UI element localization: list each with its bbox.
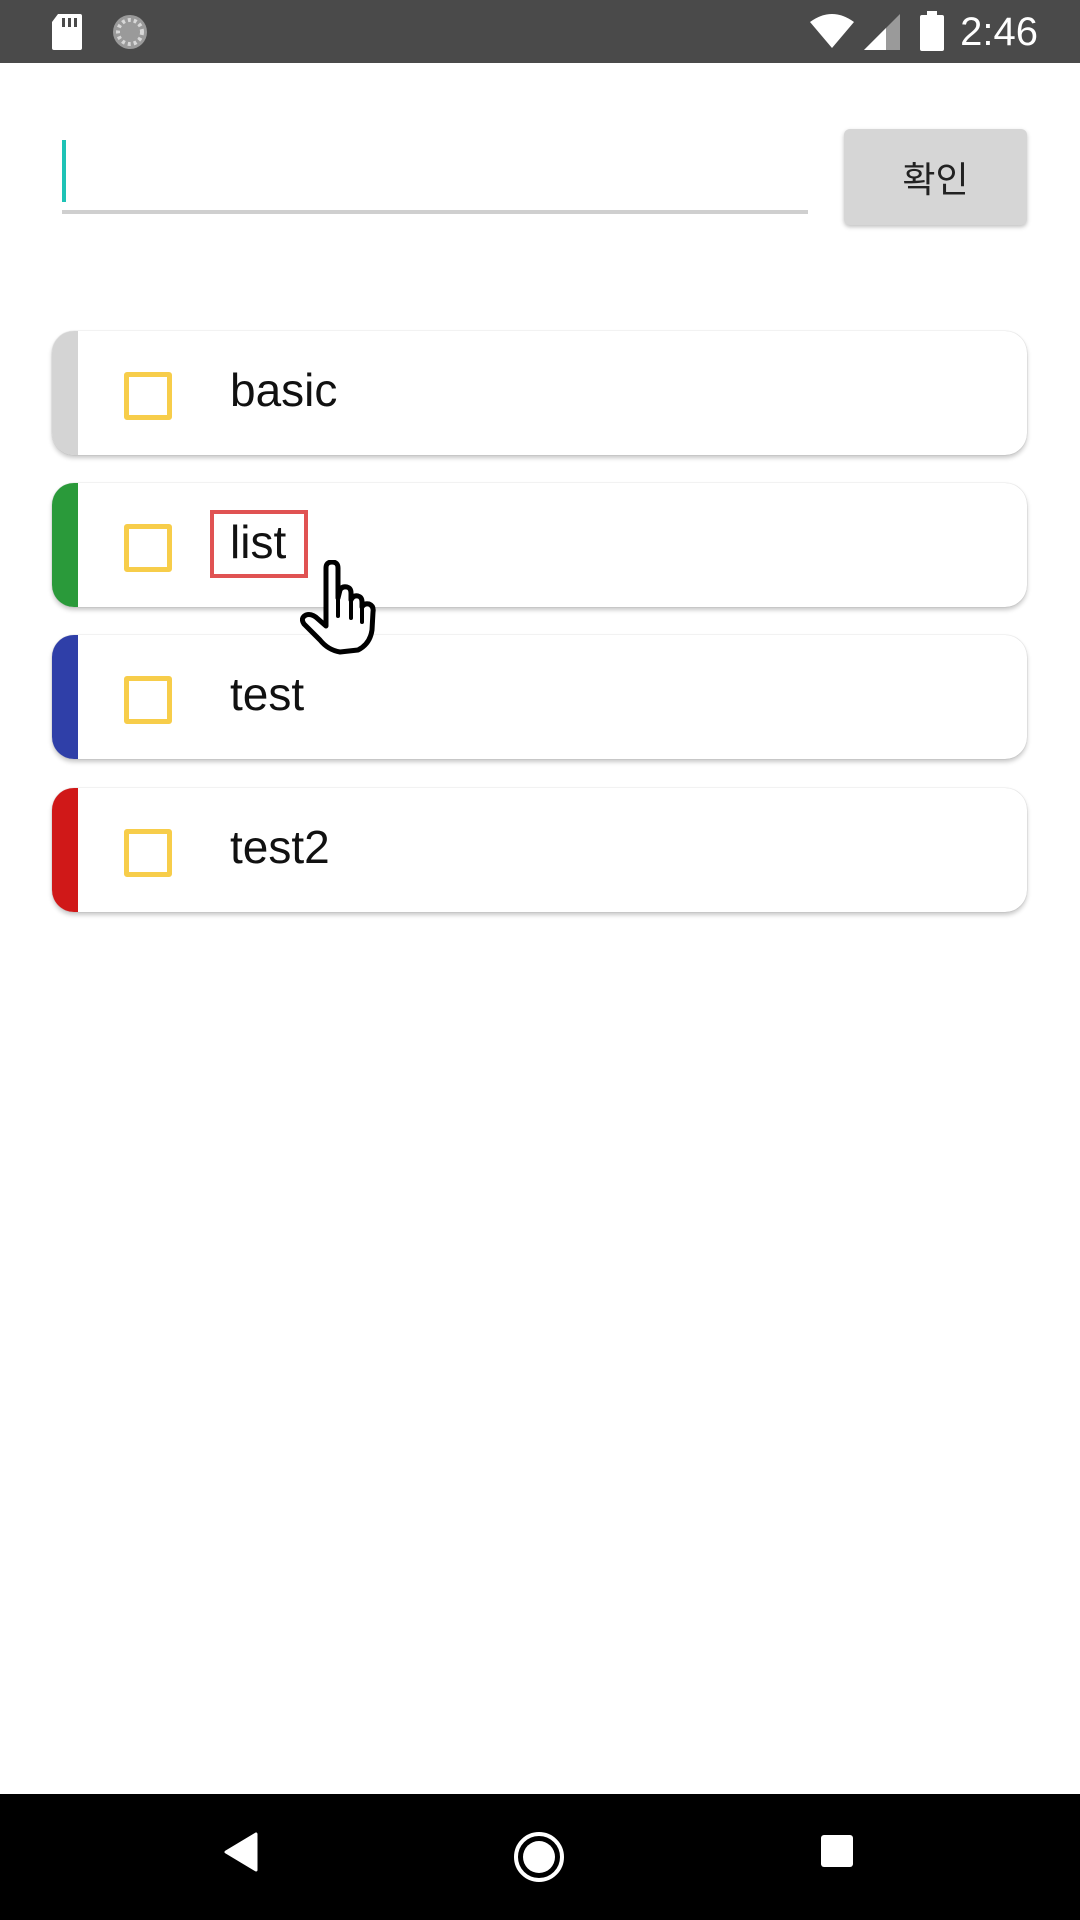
hand-pointer-icon	[299, 559, 392, 660]
color-stripe	[52, 788, 78, 912]
list-item[interactable]: basic	[52, 331, 1027, 455]
color-stripe	[52, 483, 78, 607]
color-stripe	[52, 635, 78, 759]
clock: 2:46	[960, 10, 1038, 54]
wifi-icon	[808, 12, 856, 54]
battery-icon	[919, 11, 945, 55]
checkbox[interactable]	[124, 676, 172, 724]
checkbox[interactable]	[124, 524, 172, 572]
text-cursor	[62, 140, 66, 202]
sync-icon	[110, 12, 150, 56]
list-item-label: test2	[230, 821, 330, 873]
list-item[interactable]: list	[52, 483, 1027, 607]
checkbox[interactable]	[124, 829, 172, 877]
confirm-button[interactable]: 확인	[844, 129, 1027, 225]
task-input[interactable]	[62, 136, 808, 214]
home-icon[interactable]	[512, 1830, 566, 1888]
list-item[interactable]: test2	[52, 788, 1027, 912]
signal-icon	[864, 14, 902, 54]
list-item[interactable]: test	[52, 635, 1027, 759]
checkbox[interactable]	[124, 372, 172, 420]
back-icon[interactable]	[222, 1832, 258, 1876]
list-item-label: test	[230, 668, 305, 720]
sd-card-icon	[50, 12, 84, 56]
navigation-bar	[0, 1794, 1080, 1920]
color-stripe	[52, 331, 78, 455]
status-bar: 2:46	[0, 0, 1080, 63]
recents-icon[interactable]	[820, 1834, 854, 1872]
click-highlight-box	[210, 510, 308, 578]
list-item-label: basic	[230, 364, 338, 416]
